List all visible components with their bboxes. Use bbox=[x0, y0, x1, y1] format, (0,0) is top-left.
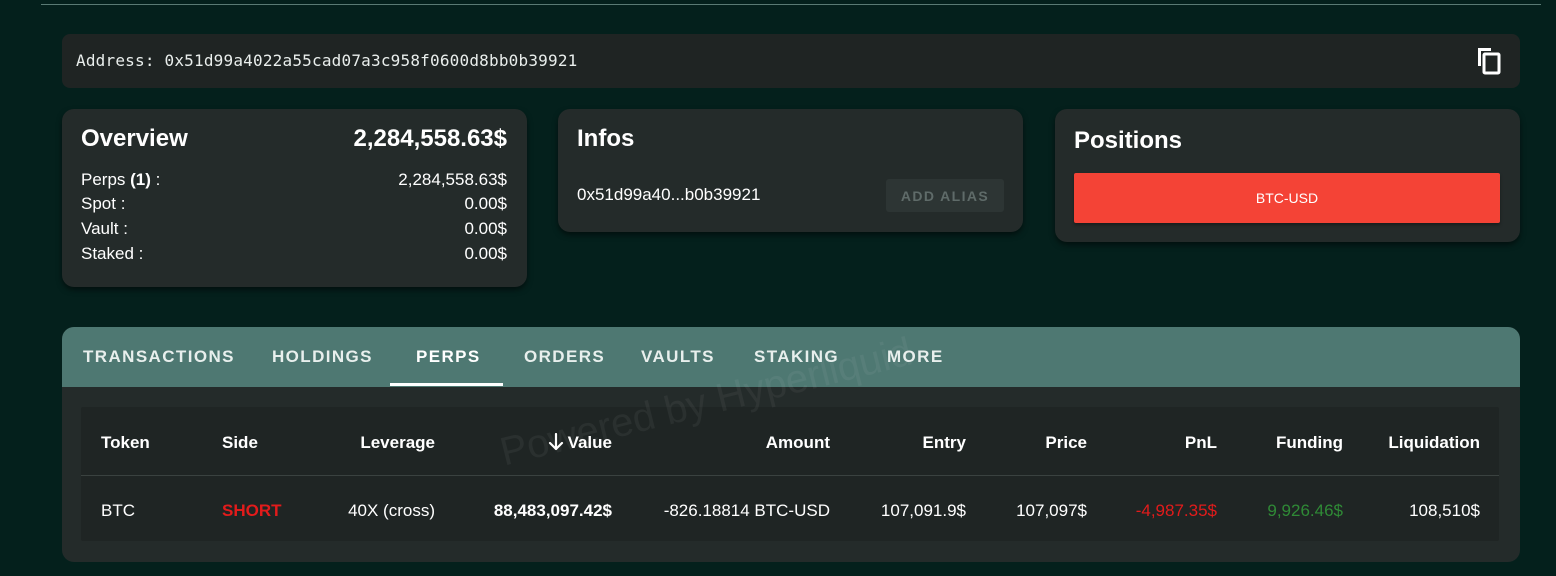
tab-holdings[interactable]: HOLDINGS bbox=[272, 327, 373, 387]
vault-label: Vault : bbox=[81, 219, 128, 238]
col-header-value-label: Value bbox=[567, 433, 612, 452]
arrow-down-icon bbox=[548, 432, 564, 456]
col-header-side[interactable]: Side bbox=[222, 433, 258, 453]
col-header-funding[interactable]: Funding bbox=[1276, 433, 1343, 453]
copy-icon[interactable] bbox=[1474, 46, 1502, 76]
cell-side: SHORT bbox=[222, 501, 282, 520]
active-tab-indicator bbox=[390, 383, 503, 386]
cell-leverage: 40X (cross) bbox=[348, 501, 435, 520]
cell-entry: 107,091.9$ bbox=[880, 501, 966, 520]
position-button-btc-usd[interactable]: BTC-USD bbox=[1074, 173, 1500, 223]
cell-pnl: -4,987.35$ bbox=[1135, 501, 1217, 520]
tab-perps[interactable]: PERPS bbox=[416, 327, 481, 387]
overview-card: Overview 2,284,558.63$ Perps (1) : 2,284… bbox=[62, 109, 527, 287]
main-panel: TRANSACTIONS HOLDINGS PERPS ORDERS VAULT… bbox=[62, 327, 1520, 562]
staked-label: Staked : bbox=[81, 244, 144, 263]
cell-funding: 9,926.46$ bbox=[1267, 501, 1343, 520]
col-header-pnl[interactable]: PnL bbox=[1185, 433, 1217, 453]
tab-bar: TRANSACTIONS HOLDINGS PERPS ORDERS VAULT… bbox=[62, 327, 1520, 387]
perps-count: (1) bbox=[130, 170, 151, 189]
tab-orders[interactable]: ORDERS bbox=[524, 327, 605, 387]
overview-row-staked: Staked : 0.00$ bbox=[81, 244, 507, 266]
overview-row-perps: Perps (1) : 2,284,558.63$ bbox=[81, 170, 507, 192]
infos-title: Infos bbox=[577, 125, 635, 152]
spot-label: Spot : bbox=[81, 194, 126, 213]
cell-amount: -826.18814 BTC-USD bbox=[663, 501, 830, 520]
vault-value: 0.00$ bbox=[464, 219, 507, 238]
overview-total: 2,284,558.63$ bbox=[353, 125, 507, 152]
overview-row-spot: Spot : 0.00$ bbox=[81, 194, 507, 216]
cell-value: 88,483,097.42$ bbox=[493, 501, 612, 520]
staked-value: 0.00$ bbox=[464, 244, 507, 263]
positions-card: Positions BTC-USD bbox=[1055, 109, 1520, 242]
short-address: 0x51d99a40...b0b39921 bbox=[577, 185, 761, 204]
tab-more[interactable]: MORE bbox=[887, 327, 944, 387]
col-header-value[interactable]: Value bbox=[548, 432, 612, 456]
add-alias-button[interactable]: ADD ALIAS bbox=[886, 179, 1004, 212]
col-header-price[interactable]: Price bbox=[1045, 433, 1087, 453]
perps-value: 2,284,558.63$ bbox=[398, 170, 507, 189]
cell-price: 107,097$ bbox=[1016, 501, 1087, 520]
top-divider bbox=[41, 4, 1541, 5]
cell-liquidation: 108,510$ bbox=[1409, 501, 1480, 520]
address-label: Address: bbox=[76, 51, 155, 70]
address-bar: Address: 0x51d99a4022a55cad07a3c958f0600… bbox=[62, 34, 1520, 88]
infos-card: Infos 0x51d99a40...b0b39921 ADD ALIAS bbox=[558, 109, 1023, 232]
cell-token: BTC bbox=[101, 501, 135, 520]
address-value: 0x51d99a4022a55cad07a3c958f0600d8bb0b399… bbox=[164, 51, 578, 70]
overview-row-vault: Vault : 0.00$ bbox=[81, 219, 507, 241]
col-header-amount[interactable]: Amount bbox=[766, 433, 830, 453]
col-header-liquidation[interactable]: Liquidation bbox=[1388, 433, 1480, 453]
col-header-entry[interactable]: Entry bbox=[923, 433, 966, 453]
perps-label: Perps (1) : bbox=[81, 170, 161, 189]
tab-transactions[interactable]: TRANSACTIONS bbox=[83, 327, 235, 387]
perps-table: Token Side Leverage Value Amount Entry P… bbox=[81, 407, 1499, 541]
positions-title: Positions bbox=[1074, 127, 1183, 154]
overview-title: Overview bbox=[81, 125, 188, 152]
address-text: Address: 0x51d99a4022a55cad07a3c958f0600… bbox=[76, 51, 578, 70]
spot-value: 0.00$ bbox=[464, 194, 507, 213]
tab-staking[interactable]: STAKING bbox=[754, 327, 839, 387]
col-header-leverage[interactable]: Leverage bbox=[360, 433, 435, 453]
tab-vaults[interactable]: VAULTS bbox=[641, 327, 715, 387]
header-divider bbox=[81, 475, 1499, 476]
col-header-token[interactable]: Token bbox=[101, 433, 150, 453]
